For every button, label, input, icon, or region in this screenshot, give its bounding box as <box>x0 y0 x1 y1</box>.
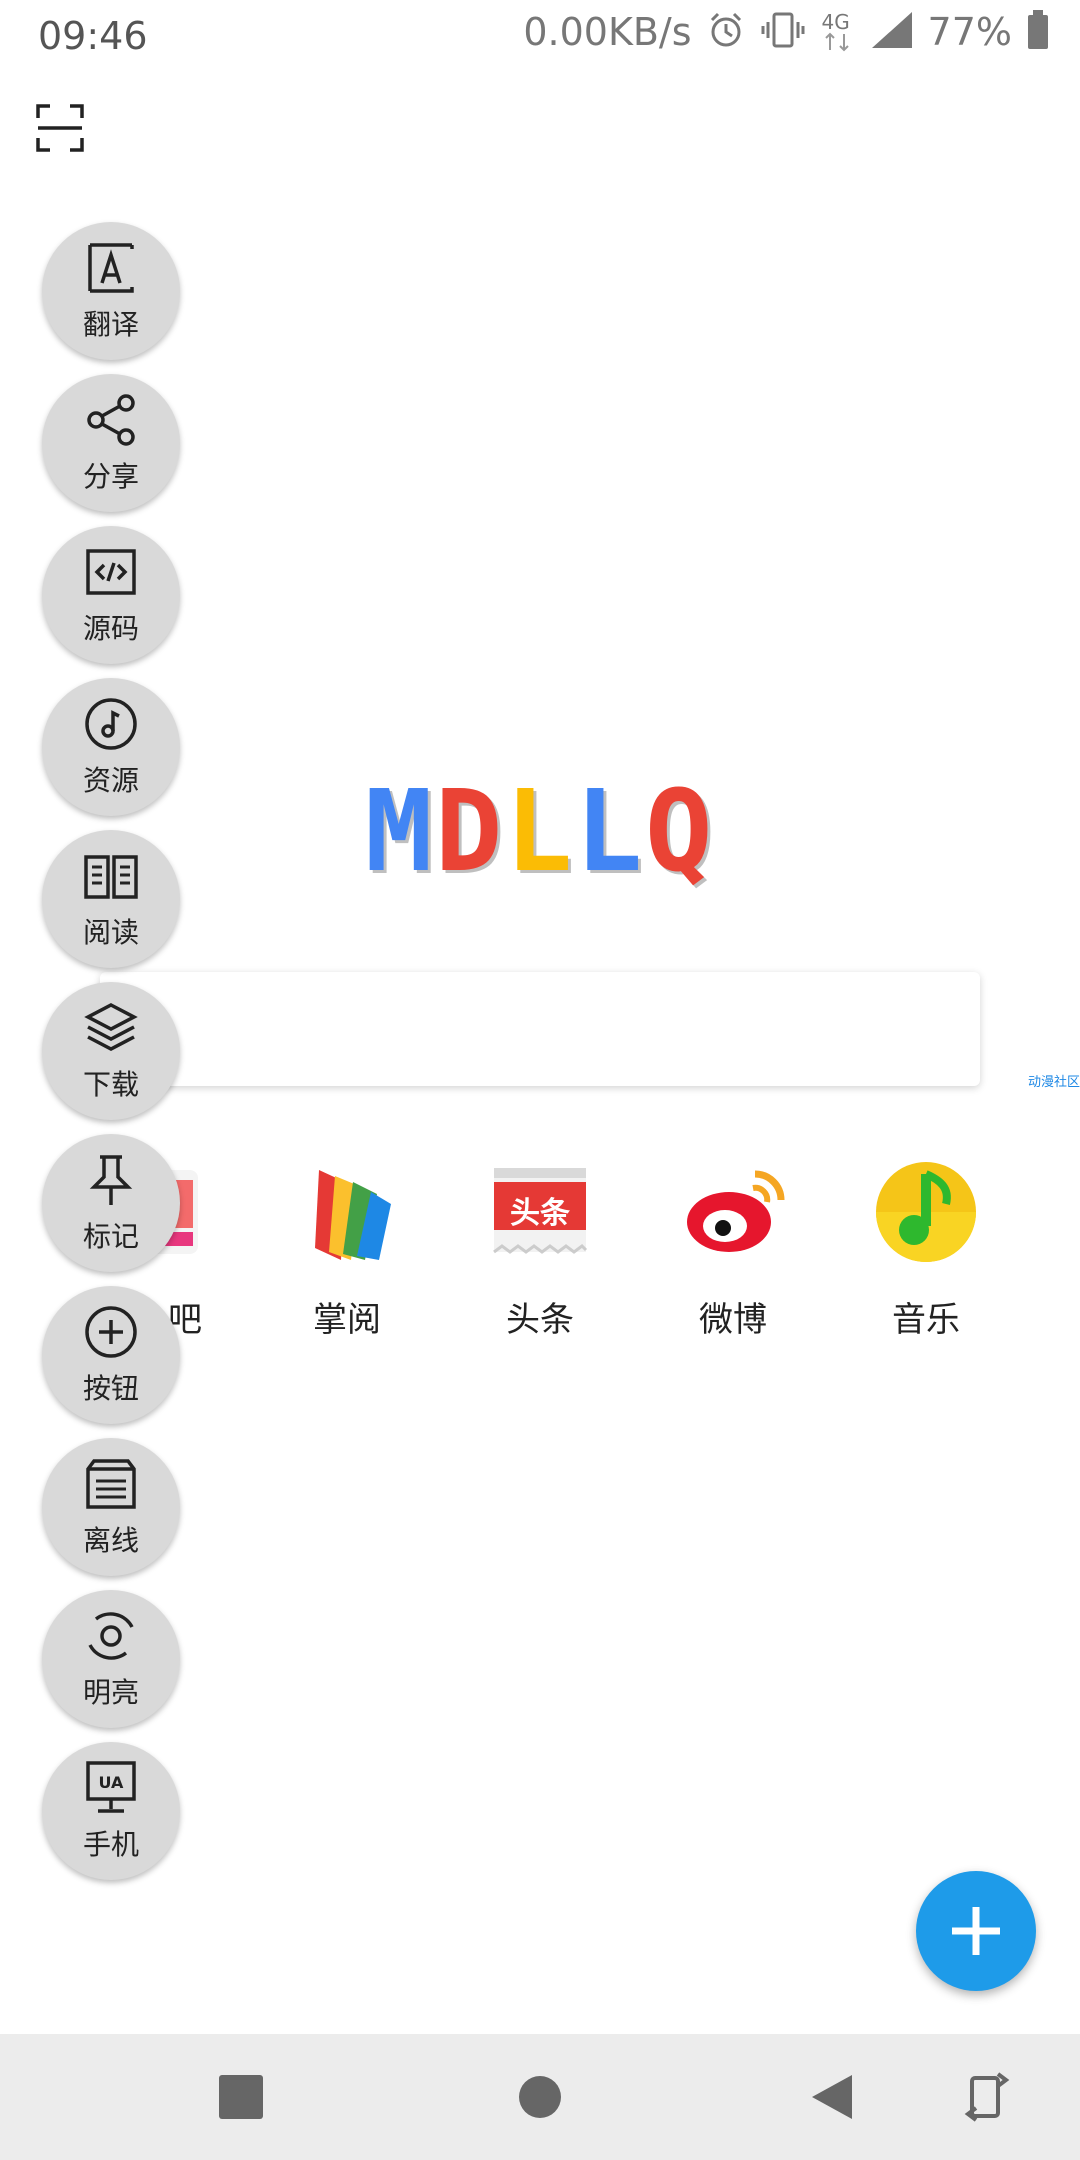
menu-item-label: 源码 <box>82 612 139 645</box>
weibo-icon <box>681 1160 785 1264</box>
pin-icon <box>89 1155 133 1205</box>
quick-app-toutiao[interactable]: 头条 头条 <box>480 1160 600 1341</box>
quick-app-label: 微博 <box>699 1300 767 1340</box>
battery-icon <box>1026 10 1050 54</box>
logo-letter: L <box>575 767 643 897</box>
navigation-bar <box>0 2034 1080 2160</box>
quick-app-zhangyue[interactable]: 掌阅 <box>287 1160 407 1341</box>
plus-circle-icon <box>85 1306 137 1358</box>
side-link[interactable]: 动漫社区 <box>1028 1071 1080 1090</box>
vibrate-icon <box>760 10 806 54</box>
menu-item-share[interactable]: 分享 <box>42 374 180 512</box>
menu-item-label: 标记 <box>82 1220 139 1253</box>
quick-app-music[interactable]: 音乐 <box>866 1160 986 1341</box>
quick-app-label: 头条 <box>506 1300 574 1340</box>
menu-item-source[interactable]: 源码 <box>42 526 180 664</box>
recents-button[interactable] <box>216 2072 266 2122</box>
layers-icon <box>84 1003 138 1051</box>
menu-item-brightness[interactable]: 明亮 <box>42 1590 180 1728</box>
music-resource-icon <box>85 698 137 750</box>
toutiao-icon-text: 头条 <box>510 1196 570 1231</box>
net-speed: 0.00KB/s <box>523 10 692 54</box>
toutiao-icon: 头条 <box>488 1160 592 1264</box>
menu-item-read[interactable]: 阅读 <box>42 830 180 968</box>
logo-letter: D <box>435 767 503 897</box>
network-4g-icon: 4G <box>820 10 856 54</box>
rotate-button[interactable] <box>962 2072 1012 2122</box>
menu-item-mark[interactable]: 标记 <box>42 1134 180 1272</box>
square-icon <box>219 2075 263 2119</box>
menu-item-label: 离线 <box>82 1524 139 1557</box>
translate-icon <box>88 243 134 293</box>
quick-app-label: 音乐 <box>892 1300 960 1340</box>
app-logo: M D L L Q <box>365 767 720 897</box>
menu-item-label: 阅读 <box>82 916 139 949</box>
menu-item-resource[interactable]: 资源 <box>42 678 180 816</box>
share-icon <box>87 394 135 446</box>
quick-app-weibo[interactable]: 微博 <box>673 1160 793 1341</box>
search-input[interactable] <box>100 972 980 1086</box>
menu-item-translate[interactable]: 翻译 <box>42 222 180 360</box>
svg-text:UA: UA <box>99 1773 125 1792</box>
status-bar: 09:46 0.00KB/s 4G 77% <box>0 0 1080 72</box>
menu-item-button[interactable]: 按钮 <box>42 1286 180 1424</box>
menu-item-download[interactable]: 下载 <box>42 982 180 1120</box>
book-icon <box>84 855 138 899</box>
ua-monitor-icon: UA <box>86 1761 136 1813</box>
scan-icon[interactable] <box>36 104 84 152</box>
alarm-icon <box>706 10 746 54</box>
status-time: 09:46 <box>38 14 148 58</box>
back-button[interactable] <box>808 2072 858 2122</box>
battery-percent: 77% <box>927 10 1012 54</box>
menu-item-label: 手机 <box>82 1828 139 1861</box>
source-code-icon <box>86 549 136 595</box>
menu-item-label: 分享 <box>82 460 139 493</box>
offline-icon <box>86 1459 136 1509</box>
plus-icon <box>952 1907 1000 1955</box>
menu-item-phone-ua[interactable]: UA 手机 <box>42 1742 180 1880</box>
menu-item-label: 翻译 <box>82 308 139 341</box>
home-button[interactable] <box>515 2072 565 2122</box>
brightness-icon <box>88 1612 134 1660</box>
signal-icon <box>870 10 914 54</box>
menu-item-label: 按钮 <box>82 1372 139 1405</box>
menu-item-label: 明亮 <box>82 1676 139 1709</box>
menu-item-offline[interactable]: 离线 <box>42 1438 180 1576</box>
zhangyue-icon <box>295 1160 399 1264</box>
rotate-icon <box>964 2072 1010 2122</box>
status-right: 0.00KB/s 4G 77% <box>523 10 1050 54</box>
circle-icon <box>519 2076 561 2118</box>
menu-item-label: 下载 <box>82 1068 139 1101</box>
menu-item-label: 资源 <box>82 764 139 797</box>
logo-letter: M <box>365 767 433 897</box>
qq-music-icon <box>874 1160 978 1264</box>
logo-letter: Q <box>645 767 713 897</box>
quick-app-label: 掌阅 <box>313 1300 381 1340</box>
logo-letter: L <box>505 767 573 897</box>
add-button[interactable] <box>916 1871 1036 1991</box>
triangle-back-icon <box>812 2075 852 2119</box>
